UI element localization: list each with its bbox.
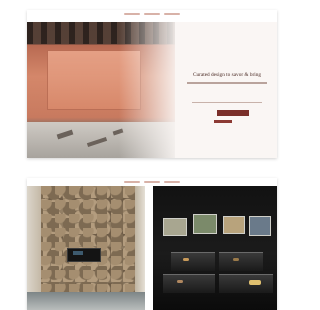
nav-item[interactable] <box>164 13 180 15</box>
nav-item[interactable] <box>164 181 180 183</box>
top-nav <box>27 13 277 17</box>
nav-item[interactable] <box>124 181 140 183</box>
hero-card[interactable]: Curated design to savor & bring <box>27 10 277 158</box>
case-object <box>177 280 183 283</box>
wall-artwork <box>193 214 217 234</box>
nav-item[interactable] <box>144 13 160 15</box>
hero-title: Curated design to savor & bring <box>192 72 262 78</box>
case-object <box>249 280 261 285</box>
hero-subtitle-line <box>187 82 267 84</box>
gallery-card[interactable] <box>27 178 277 310</box>
stone-floor <box>27 292 145 310</box>
display-case <box>163 274 215 293</box>
case-object <box>183 258 189 261</box>
hero-floor-object <box>86 137 108 147</box>
display-case <box>219 274 273 293</box>
wall-artwork <box>223 216 245 234</box>
top-nav <box>27 181 277 185</box>
gallery-image <box>153 186 277 310</box>
case-object <box>233 258 239 261</box>
nav-item[interactable] <box>144 181 160 183</box>
display-screen-content <box>73 251 83 255</box>
display-case <box>219 252 263 271</box>
hero-divider <box>192 102 262 103</box>
secondary-link[interactable] <box>214 120 244 123</box>
nav-item[interactable] <box>124 13 140 15</box>
primary-button[interactable] <box>217 110 249 116</box>
display-case <box>171 252 215 271</box>
hero-image-fade <box>119 22 199 158</box>
wall-artwork <box>249 216 271 236</box>
wall-artwork <box>163 218 187 236</box>
hero-floor-object <box>56 129 74 140</box>
